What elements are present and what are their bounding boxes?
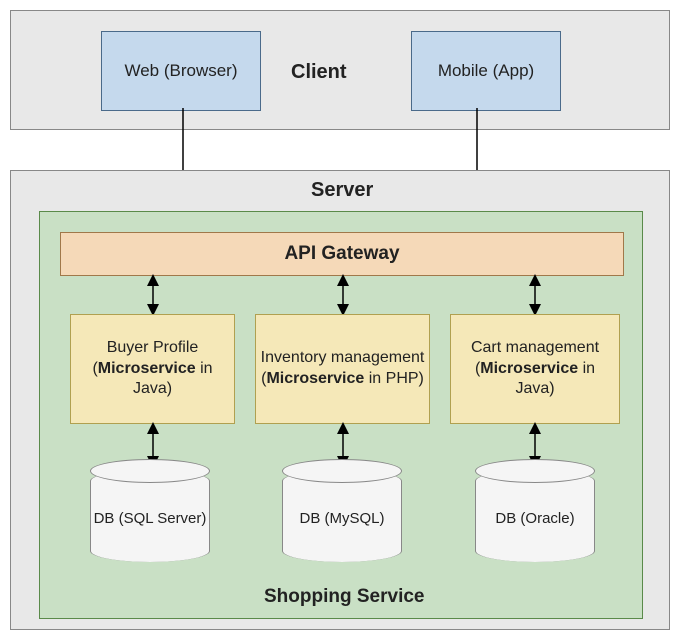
cart-microservice: Cart management (Microservice in Java) (450, 314, 620, 424)
inventory-microservice: Inventory management (Microservice in PH… (255, 314, 430, 424)
cart-title: Cart management (471, 339, 599, 356)
db-mysql-label: DB (MySQL) (299, 504, 384, 528)
arrow-gateway-cart (527, 276, 543, 314)
buyer-profile-title: Buyer Profile (107, 339, 199, 356)
db-sqlserver: DB (SQL Server) (90, 470, 210, 562)
db-sqlserver-label: DB (SQL Server) (94, 504, 207, 528)
buyer-profile-microservice: Buyer Profile (Microservice in Java) (70, 314, 235, 424)
mobile-app-label: Mobile (App) (438, 61, 534, 81)
inventory-title: Inventory management (261, 349, 425, 366)
api-gateway-node: API Gateway (60, 232, 624, 276)
server-label: Server (311, 179, 373, 202)
client-label: Client (291, 61, 347, 84)
shopping-service-label: Shopping Service (264, 586, 424, 608)
api-gateway-label: API Gateway (284, 243, 399, 265)
client-container: Web (Browser) Client Mobile (App) (10, 10, 670, 130)
arrow-gateway-inventory (335, 276, 351, 314)
arrow-gateway-buyerprofile (145, 276, 161, 314)
db-oracle-label: DB (Oracle) (495, 504, 574, 528)
server-container: Server API Gateway B (10, 170, 670, 630)
mobile-app-node: Mobile (App) (411, 31, 561, 111)
architecture-diagram: Web (Browser) Client Mobile (App) Server… (0, 0, 682, 642)
shopping-service-container: API Gateway Buyer Profile (Micro (39, 211, 643, 619)
web-browser-node: Web (Browser) (101, 31, 261, 111)
web-browser-label: Web (Browser) (124, 61, 237, 81)
db-mysql: DB (MySQL) (282, 470, 402, 562)
db-oracle: DB (Oracle) (475, 470, 595, 562)
